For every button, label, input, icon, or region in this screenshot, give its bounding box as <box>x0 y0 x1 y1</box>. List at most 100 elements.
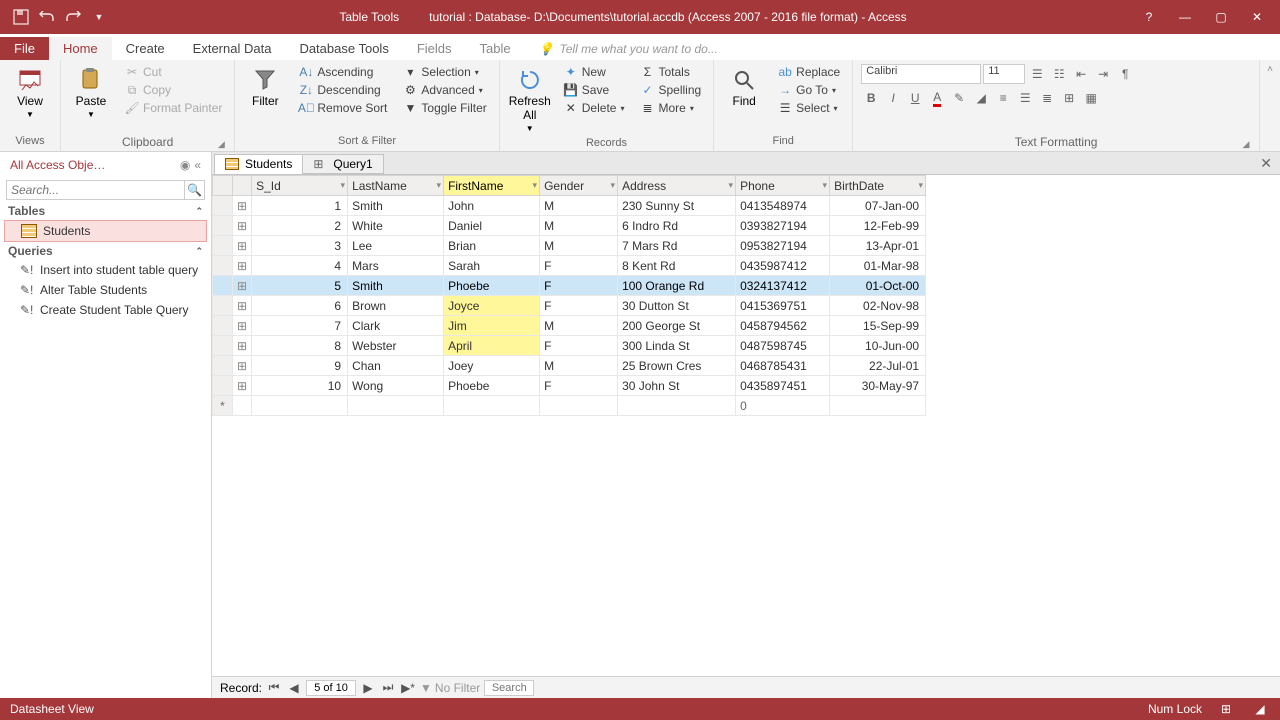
data-cell[interactable]: 0458794562 <box>736 316 830 336</box>
expand-cell[interactable]: ⊞ <box>233 196 252 216</box>
tab-external-data[interactable]: External Data <box>179 37 286 60</box>
minimize-icon[interactable]: — <box>1176 8 1194 26</box>
data-cell[interactable]: 300 Linda St <box>618 336 736 356</box>
table-row[interactable]: ⊞1SmithJohnM230 Sunny St041354897407-Jan… <box>213 196 926 216</box>
table-row[interactable]: ⊞9ChanJoeyM25 Brown Cres046878543122-Jul… <box>213 356 926 376</box>
find-button[interactable]: Find <box>722 64 766 112</box>
table-row[interactable]: ⊞2WhiteDanielM6 Indro Rd039382719412-Feb… <box>213 216 926 236</box>
nav-collapse-icon[interactable]: « <box>194 158 201 172</box>
table-row[interactable]: ⊞10WongPhoebeF30 John St043589745130-May… <box>213 376 926 396</box>
nav-section-tables[interactable]: Tables⌃ <box>0 202 211 220</box>
column-dropdown-icon[interactable]: ▾ <box>823 180 828 191</box>
advanced-button[interactable]: ⚙Advanced▾ <box>399 82 490 98</box>
data-cell[interactable]: 30 John St <box>618 376 736 396</box>
row-selector[interactable] <box>213 236 233 256</box>
data-cell[interactable]: Smith <box>348 196 444 216</box>
data-cell[interactable]: 0413548974 <box>736 196 830 216</box>
data-cell[interactable]: Phoebe <box>444 276 540 296</box>
save-record-button[interactable]: 💾Save <box>560 82 629 98</box>
redo-icon[interactable] <box>64 8 82 26</box>
expand-cell[interactable]: ⊞ <box>233 296 252 316</box>
data-cell[interactable]: 13-Apr-01 <box>830 236 926 256</box>
nav-item-students[interactable]: Students <box>4 220 207 242</box>
data-cell[interactable]: Joey <box>444 356 540 376</box>
data-cell[interactable]: M <box>540 196 618 216</box>
row-selector[interactable] <box>213 256 233 276</box>
italic-button[interactable]: I <box>883 88 903 108</box>
data-cell[interactable]: M <box>540 356 618 376</box>
expand-cell[interactable]: ⊞ <box>233 336 252 356</box>
data-cell[interactable]: 01-Mar-98 <box>830 256 926 276</box>
data-cell[interactable]: 30 Dutton St <box>618 296 736 316</box>
align-right-button[interactable]: ≣ <box>1037 88 1057 108</box>
row-selector[interactable] <box>213 336 233 356</box>
data-cell[interactable]: 30-May-97 <box>830 376 926 396</box>
expand-cell[interactable]: ⊞ <box>233 216 252 236</box>
expand-cell[interactable]: ⊞ <box>233 376 252 396</box>
numbering-icon[interactable]: ☷ <box>1049 64 1069 84</box>
data-cell[interactable]: 0468785431 <box>736 356 830 376</box>
spelling-button[interactable]: ✓Spelling <box>636 82 705 98</box>
table-row[interactable]: ⊞6BrownJoyceF30 Dutton St041536975102-No… <box>213 296 926 316</box>
column-dropdown-icon[interactable]: ▾ <box>341 180 346 191</box>
bold-button[interactable]: B <box>861 88 881 108</box>
data-cell[interactable]: Brown <box>348 296 444 316</box>
data-cell[interactable]: 0435987412 <box>736 256 830 276</box>
view-button[interactable]: View ▼ <box>8 64 52 123</box>
copy-button[interactable]: ⧉Copy <box>121 82 226 98</box>
select-all-cell[interactable] <box>213 176 233 196</box>
column-header[interactable]: S_Id▾ <box>252 176 348 196</box>
close-icon[interactable]: ✕ <box>1248 8 1266 26</box>
record-position-input[interactable] <box>306 680 356 696</box>
column-dropdown-icon[interactable]: ▾ <box>437 180 442 191</box>
data-cell[interactable]: 230 Sunny St <box>618 196 736 216</box>
data-cell[interactable]: M <box>540 316 618 336</box>
prev-record-button[interactable]: ◀ <box>286 680 302 696</box>
data-cell[interactable]: 25 Brown Cres <box>618 356 736 376</box>
data-cell[interactable]: 10 <box>252 376 348 396</box>
doc-tab-students[interactable]: Students <box>214 154 303 174</box>
help-icon[interactable]: ? <box>1140 8 1158 26</box>
data-cell[interactable]: 15-Sep-99 <box>830 316 926 336</box>
data-cell[interactable]: White <box>348 216 444 236</box>
expand-cell[interactable]: ⊞ <box>233 316 252 336</box>
indent-icon[interactable]: ⇥ <box>1093 64 1113 84</box>
column-header[interactable]: Phone▾ <box>736 176 830 196</box>
tab-fields[interactable]: Fields <box>403 37 466 60</box>
totals-button[interactable]: ΣTotals <box>636 64 705 80</box>
tab-file[interactable]: File <box>0 37 49 60</box>
column-dropdown-icon[interactable]: ▾ <box>919 180 924 191</box>
design-view-button[interactable]: ◢ <box>1250 701 1270 717</box>
data-cell[interactable]: Brian <box>444 236 540 256</box>
data-cell[interactable]: 8 Kent Rd <box>618 256 736 276</box>
data-cell[interactable]: 0487598745 <box>736 336 830 356</box>
maximize-icon[interactable]: ▢ <box>1212 8 1230 26</box>
data-cell[interactable]: F <box>540 296 618 316</box>
gridlines-button[interactable]: ⊞ <box>1059 88 1079 108</box>
data-cell[interactable]: Phoebe <box>444 376 540 396</box>
column-header[interactable]: Gender▾ <box>540 176 618 196</box>
column-header[interactable]: BirthDate▾ <box>830 176 926 196</box>
ascending-button[interactable]: A↓Ascending <box>295 64 391 80</box>
select-button[interactable]: ☰Select▾ <box>774 100 844 116</box>
more-button[interactable]: ≣More▾ <box>636 100 705 116</box>
data-cell[interactable]: 3 <box>252 236 348 256</box>
refresh-all-button[interactable]: Refresh All ▼ <box>508 64 552 137</box>
data-cell[interactable]: F <box>540 336 618 356</box>
dialog-launcher-icon[interactable]: ◢ <box>216 139 226 149</box>
no-filter-label[interactable]: ▼No Filter <box>420 681 480 695</box>
data-cell[interactable]: Daniel <box>444 216 540 236</box>
next-record-button[interactable]: ▶ <box>360 680 376 696</box>
data-cell[interactable]: Webster <box>348 336 444 356</box>
nav-menu-icon[interactable]: ◉ <box>180 158 190 172</box>
data-cell[interactable]: 07-Jan-00 <box>830 196 926 216</box>
align-center-button[interactable]: ☰ <box>1015 88 1035 108</box>
row-selector[interactable] <box>213 376 233 396</box>
data-cell[interactable]: 8 <box>252 336 348 356</box>
column-dropdown-icon[interactable]: ▾ <box>611 180 616 191</box>
data-cell[interactable]: 01-Oct-00 <box>830 276 926 296</box>
datasheet-view-button[interactable]: ⊞ <box>1216 701 1236 717</box>
data-cell[interactable]: 4 <box>252 256 348 276</box>
data-cell[interactable]: Joyce <box>444 296 540 316</box>
column-dropdown-icon[interactable]: ▾ <box>729 180 734 191</box>
